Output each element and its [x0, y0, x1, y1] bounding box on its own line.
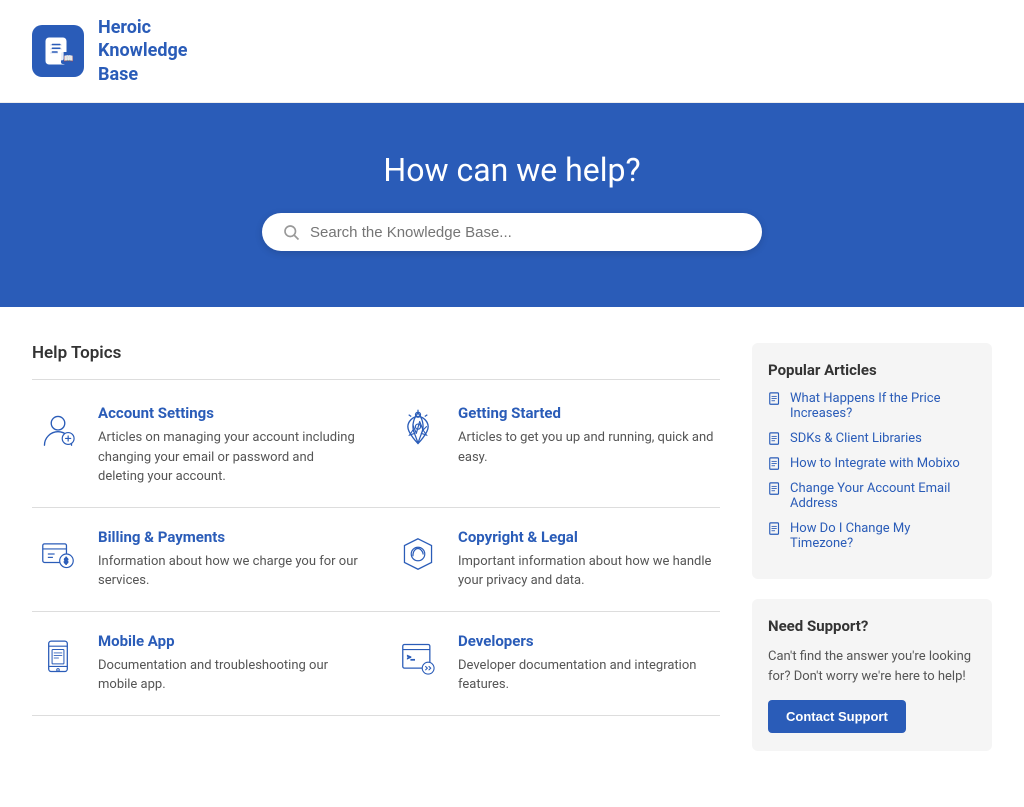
getting-started-icon: [392, 404, 444, 456]
support-box: Need Support? Can't find the answer you'…: [752, 599, 992, 751]
popular-articles-title: Popular Articles: [768, 361, 976, 379]
document-icon: [768, 482, 782, 496]
search-input[interactable]: [310, 224, 742, 241]
article-link-2[interactable]: How to Integrate with Mobixo: [768, 456, 976, 471]
developers-title: Developers: [458, 632, 720, 650]
getting-started-desc: Articles to get you up and running, quic…: [458, 428, 720, 467]
logo-icon: 📖: [32, 25, 84, 77]
billing-desc: Information about how we charge you for …: [98, 552, 360, 591]
mobile-app-icon: [32, 632, 84, 684]
mobile-app-desc: Documentation and troubleshooting our mo…: [98, 656, 360, 695]
sidebar: Popular Articles What Happens If the Pri…: [752, 343, 992, 771]
account-settings-desc: Articles on managing your account includ…: [98, 428, 360, 487]
topic-billing[interactable]: $ Billing & Payments Information about h…: [32, 528, 376, 591]
developers-icon: >_: [392, 632, 444, 684]
getting-started-title: Getting Started: [458, 404, 720, 422]
billing-icon: $: [32, 528, 84, 580]
article-link-3[interactable]: Change Your Account Email Address: [768, 481, 976, 511]
hero-title: How can we help?: [32, 151, 992, 189]
topic-getting-started[interactable]: Getting Started Articles to get you up a…: [376, 404, 720, 487]
copyright-title: Copyright & Legal: [458, 528, 720, 546]
topic-developers[interactable]: >_ Developers Developer documentation an…: [376, 632, 720, 695]
getting-started-content: Getting Started Articles to get you up a…: [458, 404, 720, 467]
document-icon: [768, 392, 782, 406]
article-link-4[interactable]: How Do I Change My Timezone?: [768, 521, 976, 551]
account-settings-icon: [32, 404, 84, 456]
copyright-icon: [392, 528, 444, 580]
copyright-content: Copyright & Legal Important information …: [458, 528, 720, 591]
search-icon: [282, 223, 300, 241]
mobile-app-content: Mobile App Documentation and troubleshoo…: [98, 632, 360, 695]
hero-section: How can we help?: [0, 103, 1024, 307]
document-icon: [768, 432, 782, 446]
search-bar: [262, 213, 762, 251]
billing-content: Billing & Payments Information about how…: [98, 528, 360, 591]
contact-support-button[interactable]: Contact Support: [768, 700, 906, 733]
svg-text:$: $: [64, 556, 69, 565]
topics-divider: [32, 379, 720, 380]
mobile-app-title: Mobile App: [98, 632, 360, 650]
topic-row-1: Account Settings Articles on managing yo…: [32, 404, 720, 508]
developers-desc: Developer documentation and integration …: [458, 656, 720, 695]
support-title: Need Support?: [768, 617, 976, 635]
main-content: Help Topics Account Settings Articles on…: [0, 307, 1024, 807]
site-header: 📖 Heroic Knowledge Base: [0, 0, 1024, 103]
svg-text:>_: >_: [407, 652, 415, 661]
popular-articles-box: Popular Articles What Happens If the Pri…: [752, 343, 992, 579]
developers-content: Developers Developer documentation and i…: [458, 632, 720, 695]
document-icon: [768, 457, 782, 471]
topic-row-3: Mobile App Documentation and troubleshoo…: [32, 632, 720, 716]
article-link-1[interactable]: SDKs & Client Libraries: [768, 431, 976, 446]
topic-row-2: $ Billing & Payments Information about h…: [32, 528, 720, 612]
topics-section: Help Topics Account Settings Articles on…: [32, 343, 720, 771]
account-settings-title: Account Settings: [98, 404, 360, 422]
document-icon: [768, 522, 782, 536]
topic-copyright[interactable]: Copyright & Legal Important information …: [376, 528, 720, 591]
topic-account-settings[interactable]: Account Settings Articles on managing yo…: [32, 404, 376, 487]
topics-title: Help Topics: [32, 343, 720, 363]
billing-title: Billing & Payments: [98, 528, 360, 546]
account-settings-content: Account Settings Articles on managing yo…: [98, 404, 360, 487]
article-link-0[interactable]: What Happens If the Price Increases?: [768, 391, 976, 421]
logo-text: Heroic Knowledge Base: [98, 16, 187, 86]
copyright-desc: Important information about how we handl…: [458, 552, 720, 591]
topic-mobile-app[interactable]: Mobile App Documentation and troubleshoo…: [32, 632, 376, 695]
support-desc: Can't find the answer you're looking for…: [768, 647, 976, 686]
